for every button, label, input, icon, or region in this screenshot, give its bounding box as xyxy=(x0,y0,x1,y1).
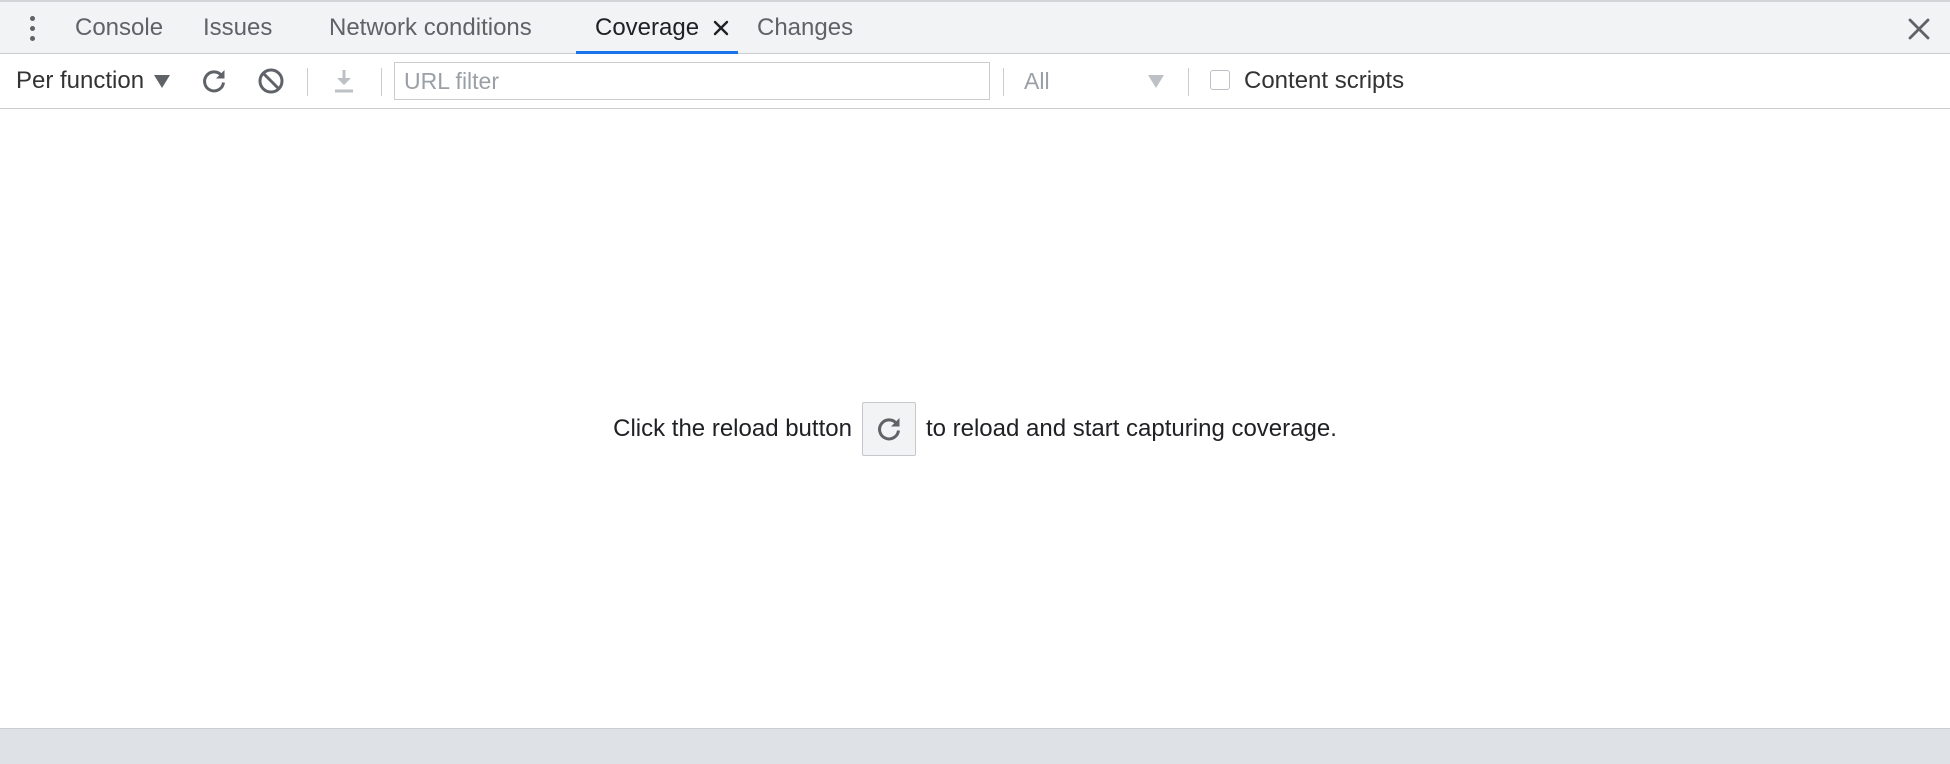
empty-state-text-before: Click the reload button xyxy=(613,415,852,442)
chevron-down-icon xyxy=(154,75,170,88)
devtools-drawer: Console Issues Network conditions Covera… xyxy=(0,0,1950,764)
reload-icon[interactable] xyxy=(199,66,229,96)
tab-console[interactable]: Console xyxy=(75,2,163,54)
close-drawer-icon[interactable] xyxy=(1906,16,1932,42)
download-icon[interactable] xyxy=(329,66,359,96)
chevron-down-icon xyxy=(1148,75,1164,88)
tab-coverage[interactable]: Coverage xyxy=(595,2,699,54)
inline-reload-button[interactable] xyxy=(861,402,916,456)
tab-changes[interactable]: Changes xyxy=(757,2,853,54)
clear-icon[interactable] xyxy=(256,66,286,96)
toolbar-divider xyxy=(1003,68,1004,96)
tab-network-conditions[interactable]: Network conditions xyxy=(329,2,532,54)
granularity-select[interactable]: Per function xyxy=(16,54,144,108)
content-scripts-label[interactable]: Content scripts xyxy=(1244,54,1404,108)
content-scripts-checkbox[interactable] xyxy=(1210,70,1230,90)
toolbar-divider xyxy=(381,68,382,96)
toolbar-divider xyxy=(307,68,308,96)
empty-state-message: Click the reload button to reload and st… xyxy=(0,402,1950,456)
empty-state-text-after: to reload and start capturing coverage. xyxy=(925,415,1337,442)
close-tab-icon[interactable] xyxy=(710,15,732,41)
toolbar-divider xyxy=(1188,68,1189,96)
url-filter-input[interactable] xyxy=(394,62,990,100)
tab-issues[interactable]: Issues xyxy=(203,2,272,54)
coverage-toolbar: Per function All Content scripts xyxy=(0,54,1950,109)
reload-icon xyxy=(878,418,900,441)
granularity-label: Per function xyxy=(16,67,145,94)
status-bar xyxy=(0,728,1950,764)
type-filter-value: All xyxy=(1024,68,1050,94)
more-vert-icon[interactable] xyxy=(22,12,42,44)
coverage-main: Click the reload button to reload and st… xyxy=(0,109,1950,728)
drawer-tabbar: Console Issues Network conditions Covera… xyxy=(0,0,1950,54)
